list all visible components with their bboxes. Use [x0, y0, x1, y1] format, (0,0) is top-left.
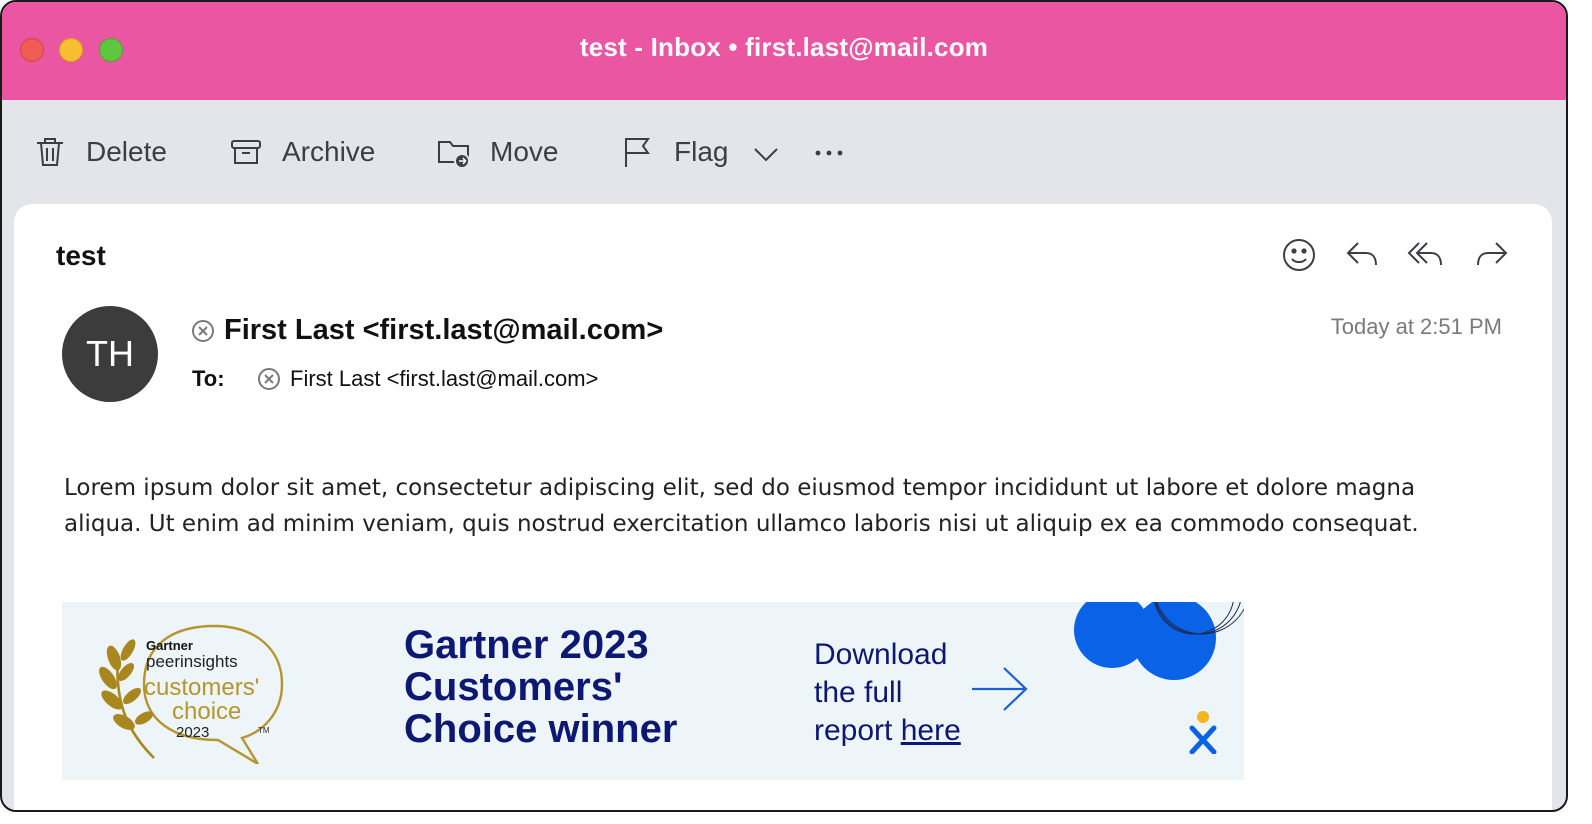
close-circle-icon[interactable] — [256, 366, 282, 392]
archive-icon — [231, 140, 261, 164]
flag-label: Flag — [674, 136, 729, 167]
headline-line: Gartner 2023 — [404, 623, 649, 667]
archive-button[interactable]: Archive — [228, 130, 375, 174]
move-button[interactable]: Move — [436, 130, 558, 174]
badge-year: 2023 — [176, 724, 210, 741]
move-label: Move — [490, 136, 559, 167]
body-line: Lorem ipsum dolor sit amet, consectetur … — [64, 475, 1416, 501]
cta-text: report — [814, 714, 901, 747]
archive-label: Archive — [282, 136, 376, 167]
sender-avatar: TH — [62, 306, 158, 402]
title-bar[interactable]: test - Inbox • first.last@mail.com — [2, 2, 1566, 100]
badge-peer: peer — [146, 652, 181, 671]
close-circle-icon[interactable] — [190, 318, 216, 344]
flag-button[interactable]: Flag — [620, 130, 728, 174]
trash-icon — [37, 138, 63, 166]
to-label: To: — [192, 366, 225, 391]
message-actions — [1278, 234, 1512, 276]
message-body: Lorem ipsum dolor sit amet, consectetur … — [64, 470, 1504, 542]
badge-peer-insights: peerinsights — [146, 652, 238, 672]
folder-move-icon — [438, 141, 470, 169]
sender-row: First Last <first.last@mail.com> — [190, 314, 663, 347]
mail-window: test - Inbox • first.last@mail.com Delet… — [0, 0, 1568, 812]
arrow-right-icon[interactable] — [970, 664, 1030, 714]
message-subject: test — [56, 240, 106, 271]
badge-brand: Gartner — [146, 638, 193, 653]
promo-banner[interactable]: Gartner peerinsights customers' choice 2… — [62, 602, 1244, 780]
reply-icon[interactable] — [1342, 234, 1384, 276]
delete-button[interactable]: Delete — [32, 130, 167, 174]
more-icon[interactable] — [812, 136, 846, 170]
toolbar: Delete Archive Move Flag — [2, 100, 1566, 204]
report-link[interactable]: here — [901, 714, 961, 747]
decorative-blobs-graphic — [1074, 602, 1244, 680]
cta-line: report here — [814, 712, 1014, 750]
recipient-row: To: First Last <first.last@mail.com> — [192, 366, 598, 392]
forward-icon[interactable] — [1470, 234, 1512, 276]
reply-all-icon[interactable] — [1406, 234, 1448, 276]
banner-headline: Gartner 2023 Customers' Choice winner — [404, 624, 764, 750]
recipient-address[interactable]: First Last <first.last@mail.com> — [290, 366, 598, 392]
badge-choice: choice — [172, 698, 242, 725]
flag-icon — [625, 138, 650, 167]
delete-label: Delete — [86, 136, 167, 167]
emoji-reaction-icon[interactable] — [1278, 234, 1320, 276]
chevron-down-icon[interactable] — [750, 138, 782, 170]
window-title: test - Inbox • first.last@mail.com — [579, 32, 989, 62]
sender-name[interactable]: First Last <first.last@mail.com> — [224, 314, 663, 347]
message-pane: test TH First Last <first.last@mail.com>… — [14, 204, 1552, 810]
brand-logo-icon — [1189, 711, 1217, 754]
badge-insights: insights — [180, 652, 238, 671]
badge-trademark: TM — [258, 726, 270, 735]
headline-line: Choice winner — [404, 707, 678, 751]
body-line: aliqua. Ut enim ad minim veniam, quis no… — [64, 511, 1419, 537]
headline-line: Customers' — [404, 665, 623, 709]
message-timestamp: Today at 2:51 PM — [1330, 314, 1502, 339]
